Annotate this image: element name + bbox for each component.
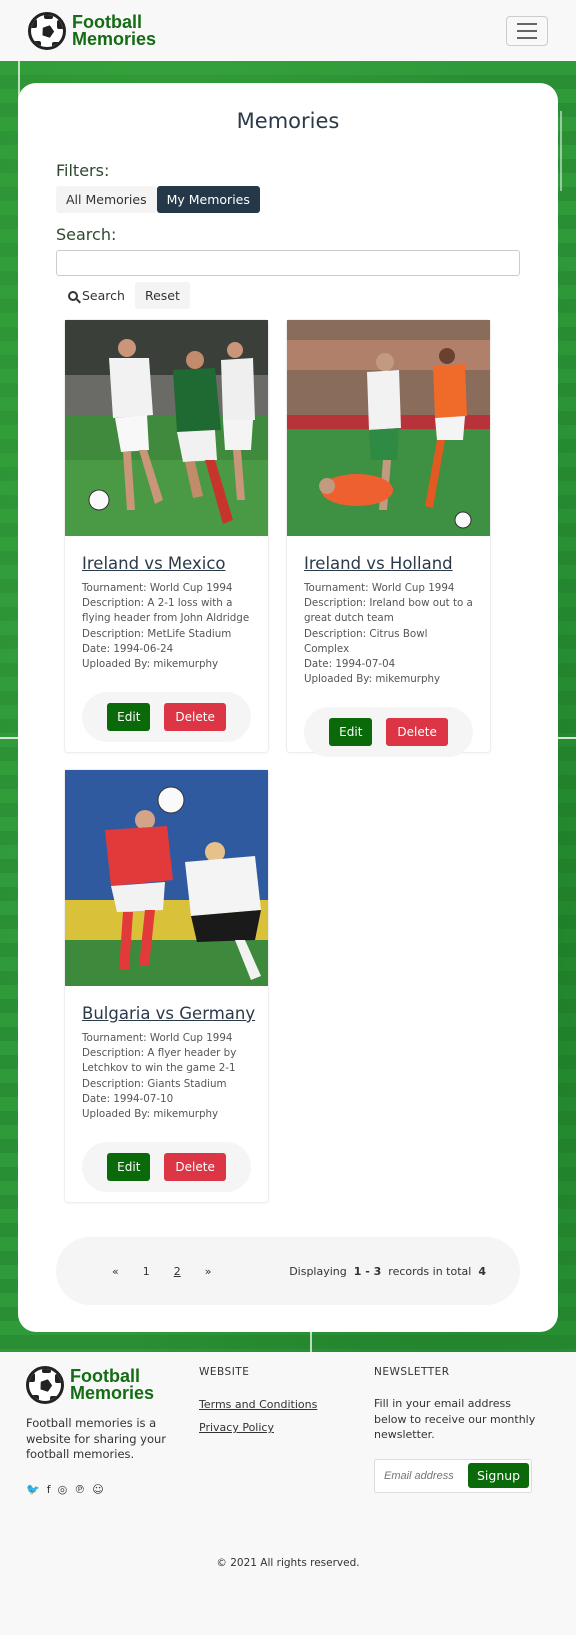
records-total: 4 [478, 1264, 486, 1278]
memory-title[interactable]: Ireland vs Holland [304, 554, 453, 573]
filters-label: Filters: [56, 161, 110, 180]
memory-details: Tournament: World Cup 1994 Description: … [304, 581, 473, 687]
footer-newsletter: NEWSLETTER Fill in your email address be… [374, 1366, 544, 1496]
search-actions: Search Reset [56, 282, 520, 309]
memory-actions: Edit Delete [82, 1142, 251, 1193]
footer-brand-name: Football Memories [70, 1367, 155, 1403]
page-link-2[interactable]: 2 [174, 1265, 181, 1278]
memory-tournament: Tournament: World Cup 1994 [82, 1032, 233, 1044]
hamburger-icon [517, 22, 537, 25]
edit-button[interactable]: Edit [329, 718, 373, 747]
search-label: Search: [56, 225, 117, 244]
memory-title[interactable]: Ireland vs Mexico [82, 554, 226, 573]
delete-button[interactable]: Delete [164, 703, 226, 732]
memory-photo[interactable] [65, 320, 268, 536]
copyright: © 2021 All rights reserved. [216, 1557, 360, 1569]
memory-actions: Edit Delete [82, 692, 251, 743]
page-prev-link[interactable]: « [112, 1265, 119, 1278]
records-range: 1 - 3 [353, 1264, 382, 1278]
memory-uploader: Uploaded By: mikemurphy [82, 1108, 219, 1121]
memory-venue: Description: Citrus Bowl Complex [304, 627, 428, 655]
memories-panel: Memories Filters: All Memories My Memori… [18, 83, 558, 1332]
page-link-1[interactable]: 1 [143, 1265, 150, 1278]
memory-actions: Edit Delete [304, 707, 473, 758]
brand-line-1: Football [72, 11, 142, 32]
brand-line-2: Memories [72, 28, 157, 49]
records-text: records in total [388, 1264, 472, 1278]
social-links: 🐦 f ◎ ℗ ☺ [26, 1483, 199, 1496]
memory-card: Ireland vs Holland Tournament: World Cup… [286, 319, 491, 758]
reset-button[interactable]: Reset [134, 282, 190, 309]
memory-date: Date: 1994-07-10 [82, 1092, 174, 1105]
filter-my-memories-button[interactable]: My Memories [156, 186, 260, 213]
records-summary: Displaying 1 - 3 records in total 4 [289, 1265, 486, 1278]
search-button[interactable]: Search [58, 282, 135, 309]
instagram-icon[interactable]: ◎ [58, 1483, 68, 1496]
memory-date: Date: 1994-06-24 [82, 642, 174, 655]
terms-link[interactable]: Terms and Conditions [199, 1398, 374, 1411]
search-icon [68, 290, 78, 301]
snapchat-icon[interactable]: ☺ [92, 1483, 103, 1496]
brand-line-2: Memories [70, 1383, 155, 1403]
search-button-label: Search [82, 288, 125, 303]
delete-button[interactable]: Delete [164, 1153, 226, 1182]
page-next-link[interactable]: » [205, 1265, 212, 1278]
memory-tournament: Tournament: World Cup 1994 [304, 582, 455, 594]
signup-button[interactable]: Signup [468, 1463, 530, 1488]
delete-button[interactable]: Delete [386, 718, 448, 747]
memory-details: Tournament: World Cup 1994 Description: … [82, 581, 251, 672]
footer: Football Memories Football memories is a… [0, 1352, 576, 1575]
memory-photo[interactable] [287, 320, 490, 536]
page-links: « 1 2 » [112, 1265, 211, 1278]
privacy-link[interactable]: Privacy Policy [199, 1421, 374, 1434]
pitch-line [560, 111, 562, 191]
memory-description: Description: Ireland bow out to a great … [304, 597, 473, 625]
footer-description: Football memories is a website for shari… [26, 1416, 167, 1461]
filter-all-memories-button[interactable]: All Memories [56, 186, 157, 213]
footer-newsletter-heading: NEWSLETTER [374, 1366, 450, 1378]
menu-toggle-button[interactable] [506, 15, 548, 46]
memory-title[interactable]: Bulgaria vs Germany [82, 1004, 255, 1023]
pagination: « 1 2 » Displaying 1 - 3 records in tota… [56, 1237, 520, 1305]
brand-logo[interactable]: Football Memories [28, 11, 157, 50]
newsletter-text: Fill in your email address below to rece… [374, 1397, 536, 1441]
memory-date: Date: 1994-07-04 [304, 658, 396, 671]
facebook-icon[interactable]: f [47, 1483, 51, 1496]
memory-venue: Description: MetLife Stadium [82, 627, 232, 640]
page-title: Memories [236, 109, 340, 133]
footer-brand-logo[interactable]: Football Memories [26, 1366, 199, 1404]
memory-photo[interactable] [65, 770, 268, 986]
memory-card: Bulgaria vs Germany Tournament: World Cu… [64, 769, 269, 1203]
search-input[interactable] [56, 250, 520, 276]
memory-uploader: Uploaded By: mikemurphy [304, 673, 441, 686]
memory-card: Ireland vs Mexico Tournament: World Cup … [64, 319, 269, 753]
football-icon [28, 11, 66, 50]
footer-about: Football Memories Football memories is a… [26, 1366, 199, 1496]
records-prefix: Displaying [289, 1264, 347, 1278]
edit-button[interactable]: Edit [107, 703, 151, 732]
navbar: Football Memories [0, 0, 576, 61]
memory-tournament: Tournament: World Cup 1994 [82, 582, 233, 594]
memories-grid: Ireland vs Mexico Tournament: World Cup … [56, 319, 520, 1203]
pinterest-icon[interactable]: ℗ [74, 1483, 85, 1496]
memory-description: Description: A 2-1 loss with a flying he… [82, 597, 250, 625]
memory-venue: Description: Giants Stadium [82, 1077, 227, 1090]
brand-name: Football Memories [72, 11, 157, 49]
newsletter-form: Signup [374, 1458, 532, 1493]
email-field[interactable] [378, 1469, 468, 1482]
footer-website: WEBSITE Terms and Conditions Privacy Pol… [199, 1366, 374, 1496]
memory-description: Description: A flyer header by Letchkov … [82, 1047, 237, 1075]
memory-uploader: Uploaded By: mikemurphy [82, 658, 219, 671]
football-icon [26, 1366, 64, 1404]
footer-website-heading: WEBSITE [199, 1366, 250, 1378]
edit-button[interactable]: Edit [107, 1153, 151, 1182]
filter-group: All Memories My Memories [56, 186, 520, 213]
pitch-background: Memories Filters: All Memories My Memori… [0, 61, 576, 1352]
memory-details: Tournament: World Cup 1994 Description: … [82, 1031, 251, 1122]
twitter-icon[interactable]: 🐦 [26, 1483, 40, 1496]
